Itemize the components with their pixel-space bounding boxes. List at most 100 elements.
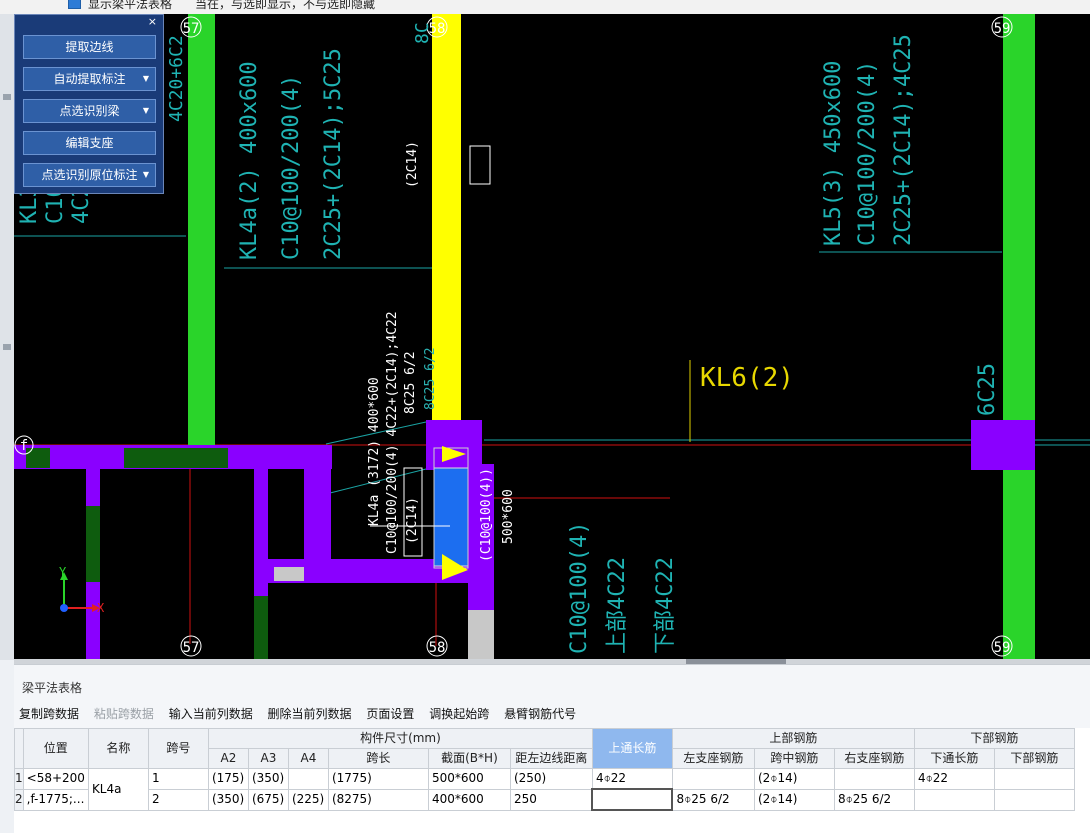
cell-bottom-through[interactable]: 4⌽22 — [913, 768, 995, 790]
chevron-down-icon[interactable]: ▼ — [143, 164, 149, 186]
col-a2[interactable]: A2 — [207, 748, 249, 769]
swap-start-span-button[interactable]: 调换起始跨 — [429, 705, 489, 722]
cell-a3[interactable]: (350) — [247, 768, 289, 790]
axis-label-59-bottom: 59 — [994, 640, 1011, 656]
cell-bottom-through[interactable] — [913, 788, 995, 811]
dock-grip-icon[interactable] — [3, 344, 11, 350]
cell-top-through[interactable]: 4⌽22 — [591, 768, 673, 790]
cad-drawing-canvas[interactable]: 57 58 59 57 58 59 f KL3 C10 4C2 4C20+6C2… — [14, 14, 1090, 659]
beam-table-panel: 梁平法表格 复制跨数据 粘贴跨数据 输入当前列数据 删除当前列数据 页面设置 调… — [14, 664, 1090, 833]
pick-recognize-inplace-button[interactable]: 点选识别原位标注 ▼ — [23, 163, 156, 187]
kl4a-small-support-cyan: 8C25 6/2 — [423, 347, 438, 410]
cell-edge-distance[interactable]: (250) — [509, 768, 593, 790]
col-a4[interactable]: A4 — [287, 748, 329, 769]
cell-left-support[interactable] — [671, 768, 755, 790]
cell-bottom-bar[interactable] — [993, 788, 1075, 811]
extract-edge-button[interactable]: 提取边线 — [23, 35, 156, 59]
cell-span-length[interactable]: (8275) — [327, 788, 429, 811]
cell-a2[interactable]: (350) — [207, 788, 249, 811]
extract-edge-label: 提取边线 — [65, 40, 114, 54]
cell-name[interactable]: KL4a — [87, 768, 149, 811]
cell-edge-distance[interactable]: 250 — [509, 788, 593, 811]
col-edge-distance[interactable]: 距左边线距离 — [509, 748, 593, 769]
cell-mid-span[interactable]: (2⌽14) — [753, 768, 835, 790]
kl4a-small-support: 8C25 6/2 — [403, 351, 418, 414]
cell-a4[interactable]: (225) — [287, 788, 329, 811]
pick-recognize-beam-label: 点选识别梁 — [59, 104, 120, 118]
col-group-top-rebar: 上部钢筋 — [671, 728, 915, 749]
cell-right-support[interactable]: 8⌽25 6/2 — [833, 788, 915, 811]
column-59-lower[interactable] — [1003, 466, 1035, 659]
recognition-tool-panel: × 提取边线 自动提取标注 ▼ 点选识别梁 ▼ 编辑支座 点选识别原位标注 ▼ — [14, 14, 164, 194]
cell-top-through-selected[interactable] — [591, 788, 674, 811]
auto-extract-label-button[interactable]: 自动提取标注 ▼ — [23, 67, 156, 91]
col-top-through[interactable]: 上通长筋 — [591, 728, 673, 769]
copy-span-button[interactable]: 复制跨数据 — [19, 705, 79, 722]
kl6-label: KL6(2) — [700, 363, 794, 393]
col-bottom-through[interactable]: 下通长筋 — [913, 748, 995, 769]
cell-left-support[interactable]: 8⌽25 6/2 — [671, 788, 755, 811]
col-left-support[interactable]: 左支座钢筋 — [671, 748, 755, 769]
col-mid-span[interactable]: 跨中钢筋 — [753, 748, 835, 769]
edit-support-button[interactable]: 编辑支座 — [23, 131, 156, 155]
cell-a3[interactable]: (675) — [247, 788, 289, 811]
col-span-no[interactable]: 跨号 — [147, 728, 209, 769]
cell-a4[interactable] — [287, 768, 329, 790]
cell-section[interactable]: 400*600 — [427, 788, 511, 811]
show-table-checkbox[interactable] — [68, 0, 81, 9]
col-section[interactable]: 截面(B*H) — [427, 748, 511, 769]
kl4a-small-stirrup: C10@100/200(4) 4C22+(2C14);4C22 — [385, 311, 400, 554]
col-position[interactable]: 位置 — [22, 728, 89, 769]
kl5-stirrup: C10@100/200(4) — [855, 61, 880, 246]
col-bottom-bar[interactable]: 下部钢筋 — [993, 748, 1075, 769]
column-59-upper[interactable] — [1003, 14, 1035, 424]
col-group-member-size: 构件尺寸(mm) — [207, 728, 593, 749]
cell-section[interactable]: 500*600 — [427, 768, 511, 790]
chevron-down-icon[interactable]: ▼ — [143, 100, 149, 122]
selected-beam[interactable] — [433, 467, 469, 567]
auto-extract-label-text: 自动提取标注 — [53, 72, 126, 86]
axis-label-f: f — [20, 438, 28, 454]
col-span-length[interactable]: 跨长 — [327, 748, 429, 769]
input-column-button[interactable]: 输入当前列数据 — [169, 705, 253, 722]
col-right-support[interactable]: 右支座钢筋 — [833, 748, 915, 769]
pick-recognize-inplace-label: 点选识别原位标注 — [41, 168, 138, 182]
kl5-title: KL5(3) 450x600 — [821, 61, 846, 246]
table-toolbar: 复制跨数据 粘贴跨数据 输入当前列数据 删除当前列数据 页面设置 调换起始跨 悬… — [19, 705, 587, 723]
col-group-bottom-rebar: 下部钢筋 — [913, 728, 1075, 749]
table-panel-title: 梁平法表格 — [22, 681, 83, 695]
show-table-checkbox-label: 显示梁平法表格 — [88, 0, 173, 11]
cell-span[interactable]: 2 — [147, 788, 209, 811]
table-row[interactable]: 2 ,f-1775;... 2 (350) (675) (225) (8275)… — [14, 788, 1075, 811]
row-number[interactable]: 1 — [14, 768, 24, 790]
axis-label-59-top: 59 — [994, 21, 1011, 37]
cell-position[interactable]: <58+200 — [22, 768, 89, 790]
ucs-x-label: X — [97, 601, 105, 615]
kl4a-stirrup: C10@100/200(4) — [279, 75, 304, 260]
table-row[interactable]: 1 <58+200 KL4a 1 (175) (350) (1775) 500*… — [14, 768, 1075, 811]
grey-block — [468, 610, 494, 659]
pick-recognize-beam-button[interactable]: 点选识别梁 ▼ — [23, 99, 156, 123]
cell-bottom-bar[interactable] — [993, 768, 1075, 790]
dock-grip-icon[interactable] — [3, 94, 11, 100]
cell-span-length[interactable]: (1775) — [327, 768, 429, 790]
row-number[interactable]: 2 — [14, 788, 24, 811]
cell-mid-span[interactable]: (2⌽14) — [753, 788, 835, 811]
panel-close-icon[interactable]: × — [148, 15, 157, 28]
delete-column-button[interactable]: 删除当前列数据 — [268, 705, 352, 722]
edit-support-label: 编辑支座 — [65, 136, 114, 150]
col-name[interactable]: 名称 — [87, 728, 149, 769]
cantilever-code-button[interactable]: 悬臂钢筋代号 — [504, 705, 576, 722]
chevron-down-icon[interactable]: ▼ — [143, 68, 149, 90]
page-setup-button[interactable]: 页面设置 — [366, 705, 414, 722]
col-a3[interactable]: A3 — [247, 748, 289, 769]
cell-right-support[interactable] — [833, 768, 915, 790]
lower-bottom-rebar-label: 下部4C22 — [653, 557, 678, 654]
cell-position[interactable]: ,f-1775;... — [22, 788, 89, 811]
cell-a2[interactable]: (175) — [207, 768, 249, 790]
grey-block — [274, 567, 304, 581]
cell-span[interactable]: 1 — [147, 768, 209, 790]
column-57[interactable] — [188, 14, 215, 458]
paste-span-button[interactable]: 粘贴跨数据 — [94, 705, 154, 722]
lower-stirrup-label: C10@100(4) — [567, 522, 592, 654]
